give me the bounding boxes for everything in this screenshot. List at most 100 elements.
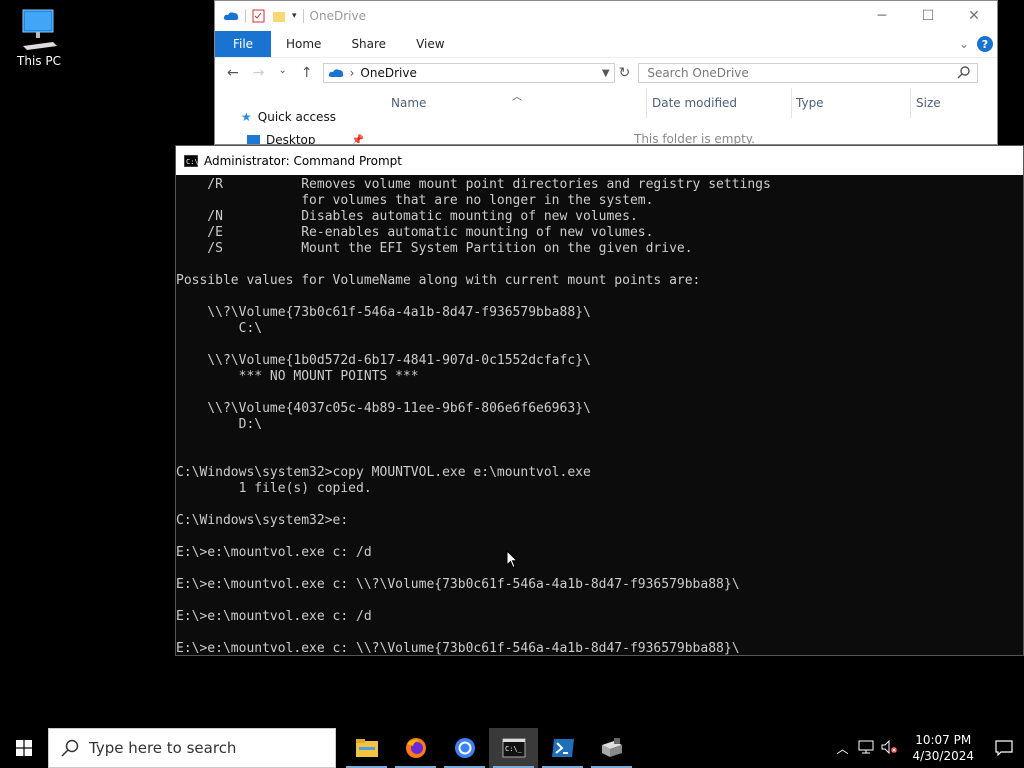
console-line: C:\Windows\system32>copy MOUNTVOL.exe e:… (176, 465, 591, 480)
search-icon (957, 66, 971, 79)
console-line: E:\>e:\mountvol.exe c: \\?\Volume{73b0c6… (176, 641, 740, 656)
console-line: /N Disables automatic mounting of new vo… (176, 209, 638, 224)
console-line: \\?\Volume{4037c05c-4b89-11ee-9b6f-806e6… (176, 401, 591, 416)
address-bar[interactable]: › OneDrive ▼ (322, 63, 615, 83)
cmd-titlebar[interactable]: C:\ Administrator: Command Prompt (176, 146, 1023, 175)
mouse-cursor-icon (506, 550, 518, 569)
console-line: E:\>e:\mountvol.exe c: \\?\Volume{73b0c6… (176, 577, 740, 592)
search-icon (61, 739, 79, 757)
console-line: /R Removes volume mount point directorie… (176, 177, 771, 192)
desktop-folder-icon (247, 134, 260, 144)
explorer-titlebar[interactable]: ▾ OneDrive ─ ☐ ✕ (215, 1, 997, 31)
desktop-icon-this-pc[interactable]: This PC (12, 8, 66, 68)
column-header-type[interactable]: Type (796, 96, 824, 110)
console-line: \\?\Volume{1b0d572d-6b17-4841-907d-0c155… (176, 353, 591, 368)
console-line: /E Re-enables automatic mounting of new … (176, 225, 654, 240)
breadcrumb[interactable]: OneDrive (360, 66, 416, 80)
up-button[interactable]: ↑ (301, 65, 313, 81)
explorer-window[interactable]: ▾ OneDrive ─ ☐ ✕ File Home Share View ⌄ … (214, 0, 998, 145)
maximize-button[interactable]: ☐ (905, 8, 951, 24)
console-line: \\?\Volume{73b0c61f-546a-4a1b-8d47-f9365… (176, 305, 591, 320)
search-placeholder: Search OneDrive (647, 66, 749, 80)
sidebar-item-label: Desktop (266, 133, 316, 145)
onedrive-icon (328, 69, 343, 77)
desktop-icon-label: This PC (17, 54, 61, 68)
taskbar-app-firefox[interactable] (391, 728, 440, 768)
command-prompt-icon: C:\ (184, 154, 198, 167)
sidebar-item-label: Quick access (257, 110, 336, 124)
onedrive-icon (223, 12, 239, 20)
system-tray: ︿ 10:07 PM 4/30/2024 (830, 728, 1024, 768)
taskbar-search-placeholder: Type here to search (89, 739, 237, 757)
action-center-icon[interactable] (984, 740, 1024, 756)
tab-home[interactable]: Home (271, 37, 336, 51)
powershell-icon (551, 739, 574, 757)
column-header-date-modified[interactable]: Date modified (652, 96, 737, 110)
address-dropdown-icon[interactable]: ▼ (602, 68, 610, 79)
taskbar-app-server-manager[interactable] (587, 728, 636, 768)
console-line: E:\>e:\mountvol.exe c: /d (176, 545, 372, 560)
show-hidden-icons-icon[interactable]: ︿ (830, 740, 854, 757)
taskbar-search-box[interactable]: Type here to search (48, 728, 336, 768)
tab-view[interactable]: View (401, 37, 459, 51)
sort-ascending-icon: ︿ (512, 92, 522, 103)
forward-button[interactable]: → (253, 65, 265, 81)
properties-icon[interactable] (252, 9, 266, 23)
console-line: D:\ (176, 417, 263, 432)
firefox-icon (405, 738, 426, 758)
windows-logo-icon (16, 740, 32, 756)
taskbar-app-chrome[interactable] (440, 728, 489, 768)
customize-quick-access-icon[interactable]: ▾ (292, 11, 297, 21)
console-line: Possible values for VolumeName along wit… (176, 273, 701, 288)
star-icon: ★ (241, 110, 252, 124)
console-line: C:\ (176, 321, 263, 336)
start-button[interactable] (0, 728, 48, 768)
search-input[interactable]: Search OneDrive (638, 63, 979, 83)
clock-time: 10:07 PM (915, 733, 972, 747)
tab-file[interactable]: File (215, 31, 271, 57)
clock[interactable]: 10:07 PM 4/30/2024 (902, 732, 984, 764)
empty-folder-message: This folder is empty. (634, 132, 755, 145)
command-prompt-window[interactable]: C:\ Administrator: Command Prompt /R Rem… (175, 145, 1024, 656)
pin-icon: 📌 (351, 134, 364, 145)
console-output[interactable]: /R Removes volume mount point directorie… (176, 175, 1023, 656)
help-icon[interactable]: ? (977, 36, 993, 52)
explorer-title: OneDrive (309, 9, 366, 23)
taskbar-app-file-explorer[interactable] (342, 728, 391, 768)
recent-locations-icon[interactable]: ⌄ (278, 65, 286, 81)
column-header-size[interactable]: Size (916, 96, 941, 110)
breadcrumb-separator-icon: › (349, 66, 355, 80)
sidebar-item-desktop[interactable]: Desktop 📌 (247, 133, 364, 145)
console-line: 1 file(s) copied. (176, 481, 372, 496)
console-line: for volumes that are no longer in the sy… (176, 193, 654, 208)
close-button[interactable]: ✕ (951, 8, 997, 24)
expand-ribbon-icon[interactable]: ⌄ (959, 37, 969, 51)
taskbar-app-command-prompt[interactable]: C:\_ (489, 728, 538, 768)
back-button[interactable]: ← (227, 65, 239, 81)
new-folder-icon[interactable] (272, 9, 286, 23)
chrome-icon (454, 738, 475, 758)
sidebar-item-quick-access[interactable]: ★ Quick access (241, 110, 336, 124)
refresh-icon[interactable]: ↻ (619, 65, 631, 81)
volume-muted-icon[interactable] (878, 739, 902, 757)
computer-icon (22, 9, 57, 50)
cmd-title: Administrator: Command Prompt (204, 153, 402, 168)
tab-share[interactable]: Share (336, 37, 401, 51)
svg-text:C:\: C:\ (186, 158, 198, 166)
file-explorer-icon (355, 739, 378, 757)
column-header-name[interactable]: Name (391, 96, 426, 110)
minimize-button[interactable]: ─ (859, 8, 905, 24)
server-manager-icon (601, 738, 622, 757)
taskbar: Type here to search C:\_ ︿ 10:07 PM 4/30… (0, 728, 1024, 768)
taskbar-app-powershell[interactable] (538, 728, 587, 768)
network-icon[interactable] (854, 740, 878, 757)
command-prompt-icon: C:\_ (502, 738, 525, 758)
